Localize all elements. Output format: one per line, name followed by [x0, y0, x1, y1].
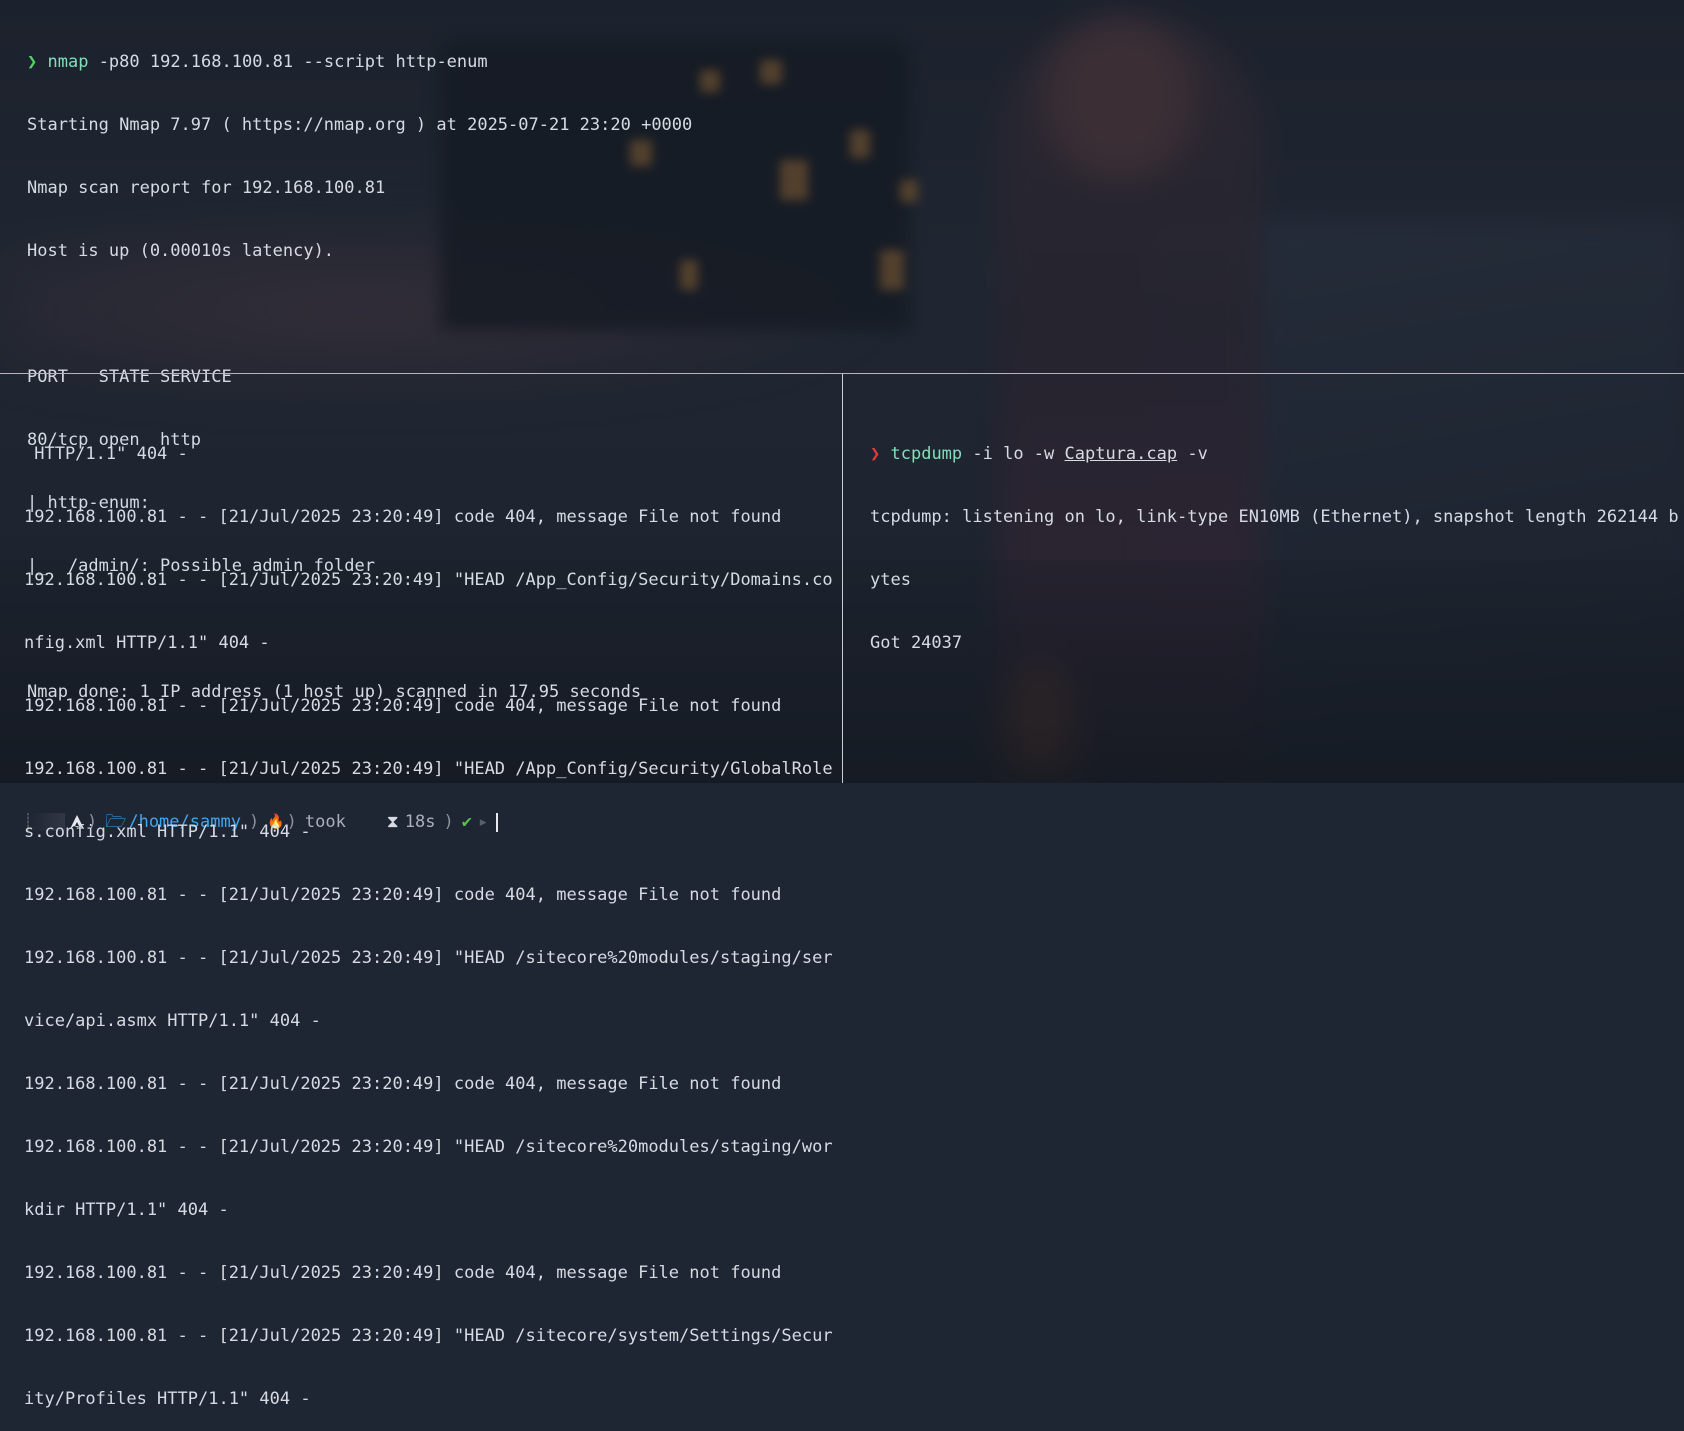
command-args: -p80 192.168.100.81 --script http-enum	[88, 52, 488, 72]
log-line: vice/api.asmx HTTP/1.1" 404 -	[24, 1011, 321, 1031]
capture-file-path[interactable]: Captura.cap	[1065, 444, 1178, 464]
command-name: tcpdump	[890, 444, 963, 464]
log-line: nfig.xml HTTP/1.1" 404 -	[24, 633, 270, 653]
output-line: tcpdump: listening on lo, link-type EN10…	[870, 507, 1679, 527]
log-line: kdir HTTP/1.1" 404 -	[24, 1200, 229, 1220]
terminal-pane-bottom-left[interactable]: HTTP/1.1" 404 - 192.168.100.81 - - [21/J…	[24, 402, 839, 1409]
pane-divider-vertical[interactable]	[842, 374, 843, 783]
output-line: PORT STATE SERVICE	[27, 367, 232, 387]
command-name: nmap	[47, 52, 89, 72]
command-args: -i lo -w	[962, 444, 1065, 464]
log-line: 192.168.100.81 - - [21/Jul/2025 23:20:49…	[24, 507, 782, 527]
output-line: ytes	[870, 570, 911, 590]
output-line: Got 24037	[870, 633, 963, 653]
log-line: 192.168.100.81 - - [21/Jul/2025 23:20:49…	[24, 1137, 833, 1157]
command-line: ❯ nmap -p80 192.168.100.81 --script http…	[27, 52, 1667, 73]
log-line: 192.168.100.81 - - [21/Jul/2025 23:20:49…	[24, 948, 833, 968]
log-line: 192.168.100.81 - - [21/Jul/2025 23:20:49…	[24, 1074, 782, 1094]
log-line: ity/Profiles HTTP/1.1" 404 -	[24, 1389, 311, 1409]
log-line: s.config.xml HTTP/1.1" 404 -	[24, 822, 311, 842]
prompt-chevron-icon: ❯	[870, 444, 881, 464]
output-line: Starting Nmap 7.97 ( https://nmap.org ) …	[27, 115, 693, 135]
log-line: HTTP/1.1" 404 -	[24, 444, 188, 464]
command-args: -v	[1177, 444, 1208, 464]
log-line: 192.168.100.81 - - [21/Jul/2025 23:20:49…	[24, 1326, 833, 1346]
output-line: Host is up (0.00010s latency).	[27, 241, 335, 261]
log-line: 192.168.100.81 - - [21/Jul/2025 23:20:49…	[24, 696, 782, 716]
terminal-pane-top[interactable]: ❯ nmap -p80 192.168.100.81 --script http…	[27, 10, 1667, 832]
log-line: 192.168.100.81 - - [21/Jul/2025 23:20:49…	[24, 885, 782, 905]
prompt-chevron-icon: ❯	[27, 52, 38, 72]
output-line: Nmap scan report for 192.168.100.81	[27, 178, 386, 198]
terminal-pane-bottom-right[interactable]: ❯ tcpdump -i lo -w Captura.cap -v tcpdum…	[870, 402, 1679, 780]
log-line: 192.168.100.81 - - [21/Jul/2025 23:20:49…	[24, 1263, 782, 1283]
command-line: ❯ tcpdump -i lo -w Captura.cap -v	[870, 444, 1670, 465]
log-line: 192.168.100.81 - - [21/Jul/2025 23:20:49…	[24, 570, 833, 590]
log-line: 192.168.100.81 - - [21/Jul/2025 23:20:49…	[24, 759, 833, 779]
